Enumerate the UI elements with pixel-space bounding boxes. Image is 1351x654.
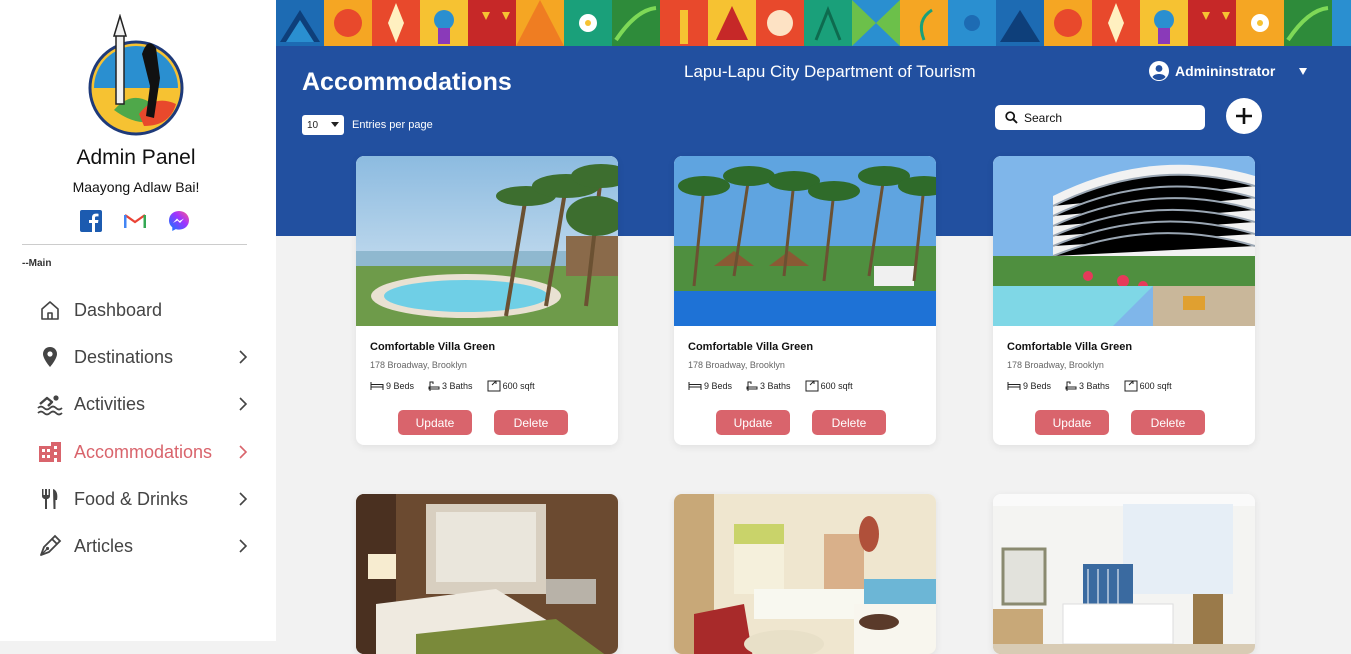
card-features: 9 Beds 3 Baths 600 sqft [688,380,853,392]
update-button[interactable]: Update [398,410,472,435]
sidebar-item-food-drinks[interactable]: Food & Drinks [36,481,256,517]
user-name: Admininstrator [1175,63,1276,79]
section-label-main: --Main [22,258,52,269]
sidebar-item-label: Destinations [74,346,174,367]
chevron-right-icon [239,492,248,506]
card-features: 9 Beds 3 Baths 600 sqft [1007,380,1172,392]
search-icon [1005,111,1018,124]
facebook-icon[interactable] [80,210,102,232]
user-avatar-icon [1149,61,1169,81]
search-box [995,105,1205,130]
accommodation-photo [356,494,618,654]
bath-icon [1065,381,1077,391]
update-button[interactable]: Update [1035,410,1109,435]
chevron-right-icon [239,397,248,411]
chevron-right-icon [239,350,248,364]
fork-knife-icon [36,485,64,513]
plus-icon [1236,108,1252,124]
sidebar-item-articles[interactable]: Articles [36,528,256,564]
card-features: 9 Beds 3 Baths 600 sqft [370,380,535,392]
area-size: 600 sqft [820,381,853,391]
accommodation-photo [993,494,1255,654]
beds-count: 9 Beds [704,381,733,391]
sidebar-item-accommodations[interactable]: Accommodations [36,434,256,470]
social-links [80,210,190,232]
sidebar-item-label: Food & Drinks [74,488,189,509]
bed-icon [688,382,702,390]
sidebar-item-activities[interactable]: Activities [36,386,256,422]
delete-button[interactable]: Delete [494,410,568,435]
home-icon [36,296,64,324]
delete-button[interactable]: Delete [812,410,886,435]
beds-count: 9 Beds [386,381,415,391]
greeting-text: Maayong Adlaw Bai! [72,179,200,195]
card-address: 178 Broadway, Brooklyn [370,360,467,370]
entries-per-page: 10 Entries per page [302,115,433,135]
card-title: Comfortable Villa Green [688,341,814,353]
accommodation-card [993,494,1255,654]
baths-count: 3 Baths [1079,381,1110,391]
area-size: 600 sqft [502,381,535,391]
accommodation-card [674,494,936,654]
admin-panel-title: Admin Panel [76,146,196,169]
beds-count: 9 Beds [1023,381,1052,391]
sidebar-item-dashboard[interactable]: Dashboard [36,292,256,328]
festival-pattern-banner [276,0,1351,46]
bath-icon [428,381,440,391]
caret-down-icon [331,122,339,127]
accommodation-card: Comfortable Villa Green 178 Broadway, Br… [993,156,1255,445]
sidebar-item-label: Dashboard [74,299,163,320]
card-title: Comfortable Villa Green [370,341,496,353]
accommodation-photo [993,156,1255,326]
sidebar-item-destinations[interactable]: Destinations [36,339,256,375]
page-title: Accommodations [302,68,512,96]
chevron-right-icon [239,539,248,553]
sidebar-divider [22,244,247,245]
sidebar-item-label: Accommodations [74,441,213,462]
bed-icon [370,382,384,390]
card-address: 178 Broadway, Brooklyn [1007,360,1104,370]
area-icon [1124,380,1138,392]
card-address: 178 Broadway, Brooklyn [688,360,785,370]
card-title: Comfortable Villa Green [1007,341,1133,353]
caret-down-icon [1299,68,1308,75]
location-pin-icon [36,343,64,371]
messenger-icon[interactable] [168,210,190,232]
department-title: Lapu-Lapu City Department of Tourism [684,62,976,81]
accommodation-card: Comfortable Villa Green 178 Broadway, Br… [356,156,618,445]
baths-count: 3 Baths [442,381,473,391]
user-menu[interactable]: Admininstrator [1149,61,1309,81]
accommodation-card: Comfortable Villa Green 178 Broadway, Br… [674,156,936,445]
sidebar: Admin Panel Maayong Adlaw Bai! --Main Da… [0,0,276,641]
area-icon [487,380,501,392]
baths-count: 3 Baths [760,381,791,391]
sidebar-item-label: Activities [74,393,146,414]
add-accommodation-button[interactable] [1226,98,1262,134]
swimming-icon [36,390,64,418]
accommodation-photo [674,156,936,326]
entries-value: 10 [307,119,319,131]
accommodation-card [356,494,618,654]
entries-label: Entries per page [352,119,433,131]
delete-button[interactable]: Delete [1131,410,1205,435]
area-size: 600 sqft [1139,381,1172,391]
bed-icon [1007,382,1021,390]
pen-icon [36,532,64,560]
search-input[interactable] [1024,110,1184,125]
chevron-right-icon [239,445,248,459]
accommodation-photo [674,494,936,654]
area-icon [805,380,819,392]
update-button[interactable]: Update [716,410,790,435]
tourism-logo [84,13,188,138]
bath-icon [746,381,758,391]
building-icon [36,438,64,466]
sidebar-item-label: Articles [74,535,134,556]
accommodation-photo [356,156,618,326]
entries-select[interactable]: 10 [302,115,344,135]
gmail-icon[interactable] [124,210,146,232]
